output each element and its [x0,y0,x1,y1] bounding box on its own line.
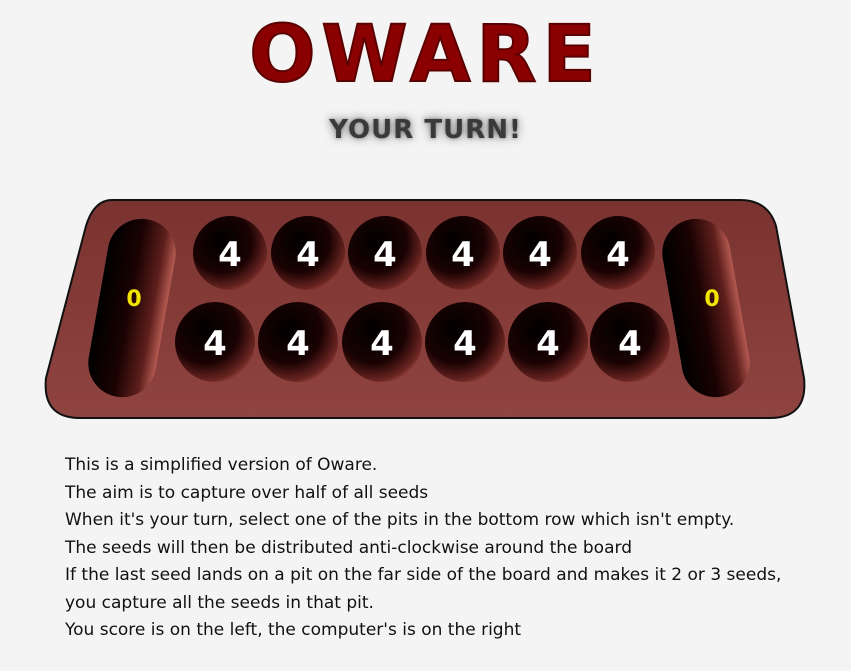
pit-top-4-count: 4 [451,235,475,275]
pit-top-2: 4 [271,216,345,290]
pit-bottom-5[interactable]: 4 [508,302,588,382]
pit-bottom-5-count: 4 [536,324,560,364]
pit-top-4: 4 [426,216,500,290]
pit-top-3-count: 4 [373,235,397,275]
pit-bottom-1[interactable]: 4 [175,302,255,382]
pit-bottom-3[interactable]: 4 [342,302,422,382]
pit-top-5-count: 4 [528,235,552,275]
pit-bottom-4-count: 4 [453,324,477,364]
pit-bottom-6[interactable]: 4 [590,302,670,382]
pit-top-1-count: 4 [218,235,242,275]
pit-top-6-count: 4 [606,235,630,275]
pit-top-2-count: 4 [296,235,320,275]
instruction-line: You score is on the left, the computer's… [65,620,522,640]
pit-bottom-4[interactable]: 4 [425,302,505,382]
pit-bottom-3-count: 4 [370,324,394,364]
pit-top-3: 4 [348,216,422,290]
instructions: This is a simplified version of Oware. T… [65,452,785,645]
oware-board: 0 0 4 4 4 4 4 4 4 4 4 4 4 4 [44,199,806,419]
pit-top-1: 4 [193,216,267,290]
instruction-line: When it's your turn, select one of the p… [65,510,735,530]
player-score: 0 [126,287,141,312]
pit-top-6: 4 [581,216,655,290]
pit-bottom-2[interactable]: 4 [258,302,338,382]
pit-bottom-6-count: 4 [618,324,642,364]
computer-score: 0 [704,287,719,312]
instruction-line: The seeds will then be distributed anti-… [65,537,632,558]
instruction-line: This is a simplified version of Oware. [65,455,378,475]
pit-top-5: 4 [503,216,577,290]
instruction-line: The aim is to capture over half of all s… [65,482,429,503]
instruction-line: If the last seed lands on a pit on the f… [65,565,782,613]
pit-bottom-1-count: 4 [203,324,227,364]
pit-bottom-2-count: 4 [286,324,310,364]
